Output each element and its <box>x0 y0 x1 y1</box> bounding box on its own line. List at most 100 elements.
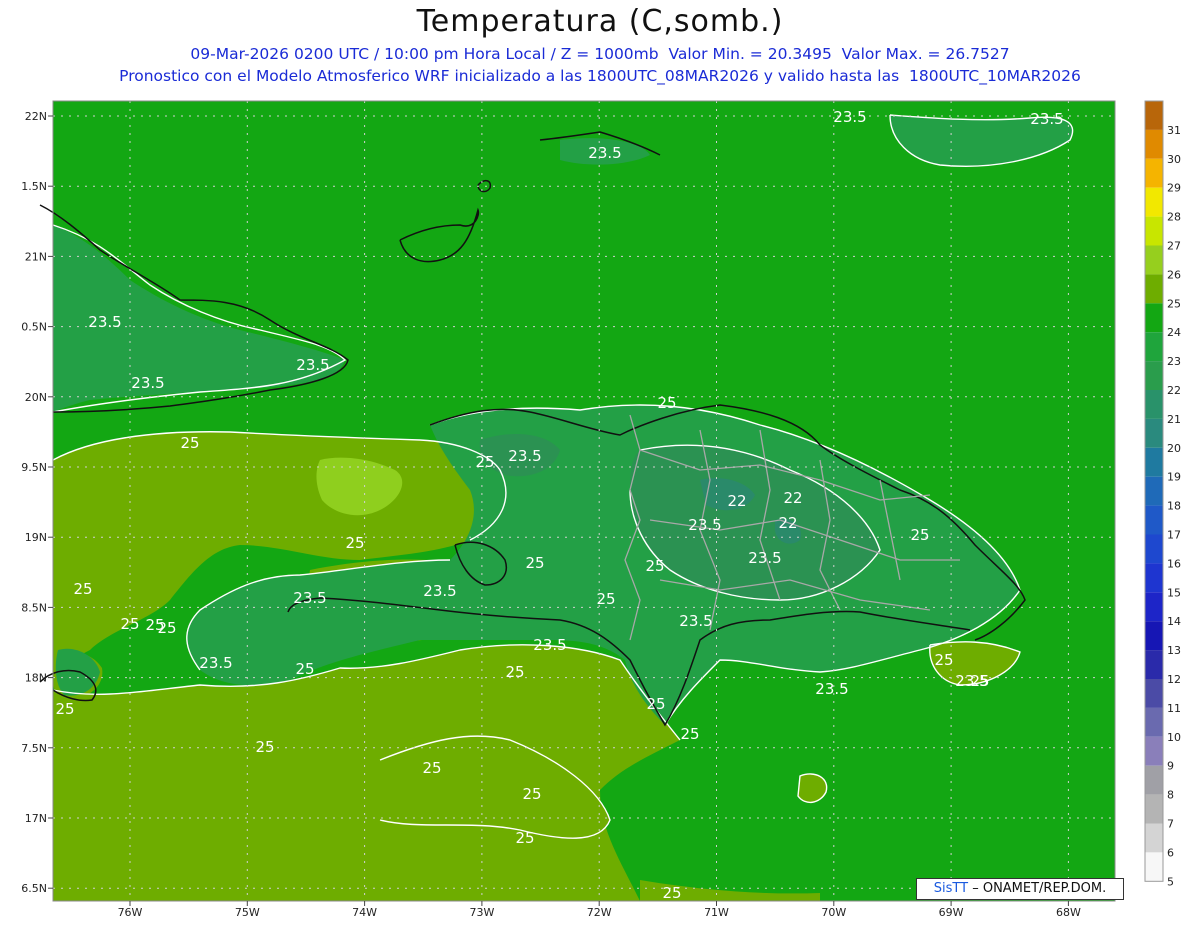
lon-tick-label: 69W <box>939 906 964 919</box>
colorbar-label: 27 <box>1167 240 1181 253</box>
colorbar-swatch <box>1145 447 1163 477</box>
lon-tick-label: 73W <box>469 906 494 919</box>
contour-label: 25 <box>120 615 139 633</box>
colorbar-swatch <box>1145 765 1163 795</box>
colorbar-swatch <box>1145 274 1163 304</box>
contour-label: 25 <box>522 785 541 803</box>
colorbar-swatch <box>1145 216 1163 246</box>
contour-label: 23.5 <box>833 108 866 126</box>
lon-tick-label: 72W <box>587 906 612 919</box>
colorbar-label: 10 <box>1167 731 1181 744</box>
lat-tick-label: 9.5N <box>21 461 47 474</box>
lat-tick-label: 7.5N <box>21 742 47 755</box>
colorbar-swatch <box>1145 158 1163 188</box>
contour-label: 25 <box>910 526 929 544</box>
colorbar-label: 11 <box>1167 702 1181 715</box>
colorbar-label: 15 <box>1167 586 1181 599</box>
colorbar-swatch <box>1145 563 1163 593</box>
colorbar-swatch <box>1145 129 1163 159</box>
colorbar-swatch <box>1145 187 1163 217</box>
colorbar-swatch <box>1145 736 1163 766</box>
contour-label: 25 <box>680 725 699 743</box>
colorbar-label: 16 <box>1167 557 1181 570</box>
colorbar-label: 25 <box>1167 297 1181 310</box>
contour-label: 25 <box>180 434 199 452</box>
contour-label: 23.5 <box>815 680 848 698</box>
contour-label: 25 <box>145 616 164 634</box>
contour-label: 25 <box>255 738 274 756</box>
contour-label: 25 <box>657 394 676 412</box>
colorbar-label: 26 <box>1167 268 1181 281</box>
colorbar-swatch <box>1145 621 1163 651</box>
lon-tick-label: 75W <box>235 906 260 919</box>
contour-label: 22 <box>727 492 746 510</box>
contour-label: 23.5 <box>199 654 232 672</box>
lon-tick-label: 71W <box>704 906 729 919</box>
contour-label: 25 <box>515 829 534 847</box>
contour-label: 25 <box>596 590 615 608</box>
colorbar-label: 29 <box>1167 182 1181 195</box>
colorbar-swatch <box>1145 707 1163 737</box>
colorbar-swatch <box>1145 476 1163 506</box>
contour-label: 25 <box>662 884 681 902</box>
colorbar-swatch <box>1145 361 1163 390</box>
colorbar-swatch <box>1145 101 1163 130</box>
contour-label: 25 <box>505 663 524 681</box>
credit-box: SisTT – ONAMET/REP.DOM. <box>916 878 1124 900</box>
lon-tick-label: 74W <box>352 906 377 919</box>
colorbar-label: 28 <box>1167 211 1181 224</box>
contour-label: 23.5 <box>88 313 121 331</box>
lat-tick-label: 1.5N <box>21 180 47 193</box>
colorbar-swatch <box>1145 679 1163 708</box>
lon-axis: 76W 75W 74W 73W 72W 71W 70W 69W 68W <box>118 901 1081 919</box>
colorbar-swatch <box>1145 418 1163 448</box>
colorbar-swatch <box>1145 534 1163 564</box>
colorbar-swatch <box>1145 390 1163 419</box>
colorbar-label: 18 <box>1167 500 1181 513</box>
colorbar-swatch <box>1145 592 1163 622</box>
contour-label: 25 <box>970 672 989 690</box>
colorbar-swatch <box>1145 303 1163 333</box>
temperature-map: 23.5 23.5 23.5 23.5 23.5 23.5 25 25 23.5 25 22 22 22… <box>21 100 1181 919</box>
contour-label: 23.5 <box>533 636 566 654</box>
contour-label: 23.5 <box>296 356 329 374</box>
colorbar-swatch <box>1145 794 1163 824</box>
colorbar-label: 9 <box>1167 760 1174 773</box>
colorbar-label: 6 <box>1167 846 1174 859</box>
lat-tick-label: 17N <box>25 812 47 825</box>
colorbar-label: 13 <box>1167 644 1181 657</box>
lat-tick-label: 6.5N <box>21 882 47 895</box>
contour-label: 25 <box>934 651 953 669</box>
colorbar-label: 24 <box>1167 326 1181 339</box>
colorbar-label: 22 <box>1167 384 1181 397</box>
lat-tick-label: 18N <box>25 672 47 685</box>
contour-label: 23.5 <box>423 582 456 600</box>
colorbar-swatch <box>1145 505 1163 535</box>
contour-label: 23.5 <box>1030 110 1063 128</box>
colorbar-label: 14 <box>1167 615 1181 628</box>
contour-label: 23.5 <box>688 516 721 534</box>
colorbar-swatch <box>1145 332 1163 362</box>
lat-tick-label: 19N <box>25 531 47 544</box>
contour-label: 23.5 <box>131 374 164 392</box>
contour-label: 22 <box>778 514 797 532</box>
lat-tick-label: 8.5N <box>21 601 47 614</box>
contour-label: 23.5 <box>588 144 621 162</box>
contour-label: 23.5 <box>679 612 712 630</box>
lat-axis: 22N 1.5N 21N 0.5N 20N 9.5N 19N 8.5N 18N 7.5N 17N 6.… <box>21 110 53 895</box>
lon-tick-label: 76W <box>118 906 143 919</box>
lat-tick-label: 22N <box>25 110 47 123</box>
contour-label: 25 <box>525 554 544 572</box>
colorbar-label: 17 <box>1167 529 1181 542</box>
contour-label: 25 <box>295 660 314 678</box>
contour-label: 23.5 <box>293 589 326 607</box>
lat-tick-label: 20N <box>25 391 47 404</box>
lat-tick-label: 21N <box>25 250 47 263</box>
lon-tick-label: 70W <box>821 906 846 919</box>
contour-label: 25 <box>73 580 92 598</box>
contour-label: 25 <box>422 759 441 777</box>
lon-tick-label: 68W <box>1056 906 1081 919</box>
contour-label: 22 <box>783 489 802 507</box>
colorbar-swatch <box>1145 852 1163 882</box>
colorbar-label: 5 <box>1167 875 1174 888</box>
